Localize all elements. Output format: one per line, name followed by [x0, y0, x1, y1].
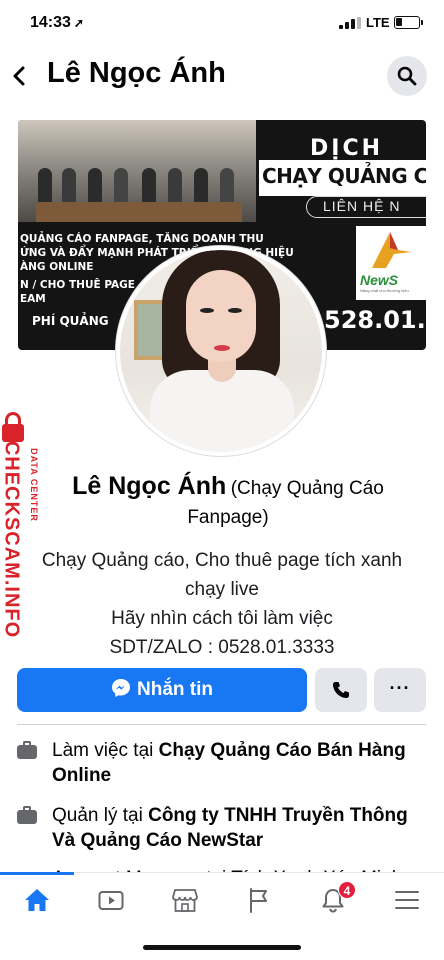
flag-icon	[250, 888, 267, 913]
info-manager: Quản lý tại Công ty TNHH Truyền Thông Và…	[17, 803, 417, 853]
cover-group-photo	[18, 120, 256, 222]
video-icon	[98, 891, 124, 910]
menu-icon	[395, 891, 419, 909]
page-title: Lê Ngọc Ánh	[47, 57, 226, 89]
location-arrow-icon: ➚	[73, 16, 84, 30]
home-indicator	[143, 945, 301, 950]
profile-header: Lê Ngọc Ánh	[0, 52, 444, 100]
profile-avatar[interactable]	[116, 246, 326, 456]
profile-name: Lê Ngọc Ánh	[72, 472, 227, 500]
tab-watch[interactable]	[74, 873, 148, 931]
more-options-button[interactable]: ···	[374, 668, 426, 712]
briefcase-icon	[17, 741, 37, 759]
messenger-icon	[112, 678, 130, 697]
info-work: Làm việc tại Chạy Quảng Cáo Bán Hàng Onl…	[17, 738, 417, 788]
status-time: 14:33 ➚	[30, 14, 84, 31]
more-dots-icon: ···	[389, 678, 411, 698]
watermark-text: CHECKSCAM.INFO	[0, 440, 23, 639]
notification-badge: 4	[338, 881, 356, 899]
cover-contact-pill: LIÊN HỆ N	[306, 196, 426, 218]
profile-name-suffix: (Chạy Quảng Cáo	[230, 478, 384, 499]
profile-name-block: Lê Ngọc Ánh (Chạy Quảng Cáo Fanpage)	[40, 472, 416, 529]
tab-home[interactable]	[0, 872, 74, 931]
shop-icon	[172, 889, 198, 912]
cover-phone: 528.01.3	[324, 306, 426, 334]
search-icon	[397, 66, 417, 86]
cover-headline: DỊCH	[310, 136, 384, 161]
watermark-subtext: DATA CENTER	[29, 448, 39, 522]
signal-strength-icon	[339, 17, 361, 29]
status-bar: 14:33 ➚ LTE	[0, 0, 444, 50]
cover-subheadline: CHẠY QUẢNG CÁO	[262, 164, 426, 188]
message-button[interactable]: Nhắn tin	[17, 668, 307, 712]
divider	[17, 724, 426, 725]
network-type: LTE	[366, 15, 390, 30]
newstar-logo: NewS Nâng chất cho thương hiệu	[356, 226, 426, 300]
message-button-label: Nhắn tin	[137, 679, 213, 700]
back-button[interactable]	[10, 58, 34, 94]
phone-icon	[333, 682, 349, 698]
bottom-tab-bar: 4	[0, 872, 444, 930]
battery-icon	[394, 16, 423, 29]
profile-bio: Chạy Quảng cáo, Cho thuê page tích xanh …	[41, 550, 403, 658]
tab-menu[interactable]	[370, 873, 444, 931]
search-button[interactable]	[387, 56, 427, 96]
tab-pages[interactable]	[222, 873, 296, 931]
chevron-left-icon	[13, 66, 25, 86]
call-button[interactable]	[315, 668, 367, 712]
home-icon	[25, 889, 49, 911]
tab-notifications[interactable]: 4	[296, 873, 370, 931]
profile-name-suffix-2: Fanpage)	[187, 507, 269, 528]
briefcase-icon	[17, 806, 37, 824]
tab-marketplace[interactable]	[148, 873, 222, 931]
star-logo-icon	[372, 232, 412, 268]
